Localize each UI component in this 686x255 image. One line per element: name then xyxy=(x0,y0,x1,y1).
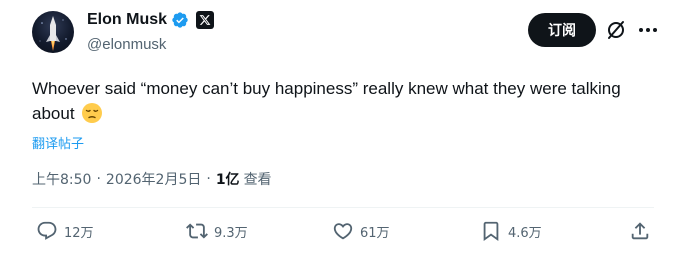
reply-button[interactable]: 12万 xyxy=(36,220,94,242)
meta-separator: · xyxy=(206,171,211,187)
more-options-icon[interactable] xyxy=(636,18,660,42)
subscribe-button[interactable]: 订阅 xyxy=(528,13,596,47)
repost-icon xyxy=(186,223,208,239)
views-label[interactable]: 查看 xyxy=(244,169,272,189)
share-icon xyxy=(631,222,649,240)
action-bar: 12万 9.3万 61万 4.6万 xyxy=(32,220,654,250)
views-count[interactable]: 1亿 xyxy=(216,169,240,189)
avatar[interactable] xyxy=(32,11,74,53)
author-name-row: Elon Musk xyxy=(87,10,215,30)
bookmark-count: 4.6万 xyxy=(508,225,542,241)
verified-badge-icon[interactable] xyxy=(171,11,189,29)
meta-separator: · xyxy=(96,171,101,187)
author-name[interactable]: Elon Musk xyxy=(87,10,167,30)
reply-count: 12万 xyxy=(64,225,94,241)
x-logo-icon xyxy=(196,11,215,29)
tweet-time[interactable]: 上午8:50 xyxy=(32,169,91,189)
reply-icon xyxy=(37,221,57,240)
tweet-text: Whoever said “money can’t buy happiness”… xyxy=(32,76,652,126)
heart-icon xyxy=(333,223,353,240)
repost-count: 9.3万 xyxy=(214,225,248,241)
share-button[interactable] xyxy=(629,220,651,242)
bookmark-button[interactable]: 4.6万 xyxy=(480,220,542,242)
translate-post-link[interactable]: 翻译帖子 xyxy=(32,133,84,152)
divider xyxy=(32,207,654,208)
tweet-text-content: Whoever said “money can’t buy happiness”… xyxy=(32,79,621,123)
like-count: 61万 xyxy=(360,225,390,241)
tweet-card: Elon Musk @elonmusk 订阅 Whoever said “mon… xyxy=(0,0,686,255)
like-button[interactable]: 61万 xyxy=(332,220,390,242)
author-handle[interactable]: @elonmusk xyxy=(87,36,166,53)
grok-icon[interactable] xyxy=(604,18,628,42)
tweet-date[interactable]: 2026年2月5日 xyxy=(106,169,201,189)
bookmark-icon xyxy=(483,221,499,242)
repost-button[interactable]: 9.3万 xyxy=(186,220,248,242)
tweet-meta: 上午8:50 · 2026年2月5日 · 1亿 查看 xyxy=(32,169,272,189)
pensive-face-icon xyxy=(81,102,103,124)
